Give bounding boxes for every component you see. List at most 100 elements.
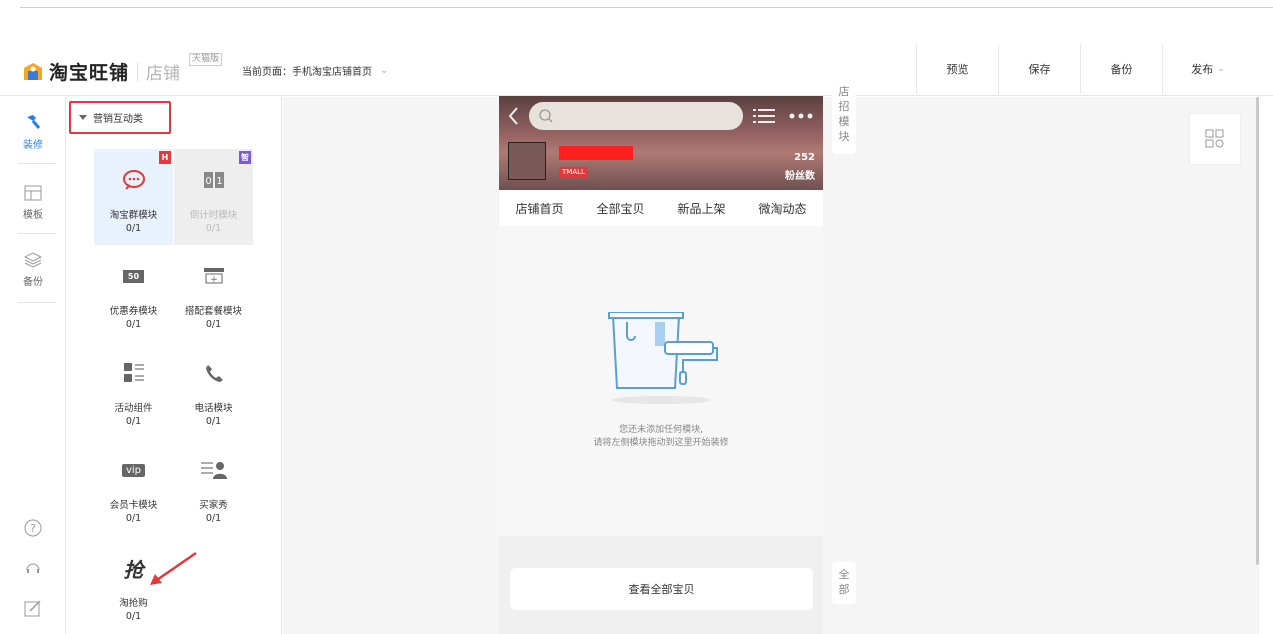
activity-icon bbox=[94, 358, 173, 388]
empty-hint-line1: 您还未添加任何模块, bbox=[619, 425, 703, 435]
header-actions: 预览 保存 备份 发布 ⌄ bbox=[916, 44, 1253, 94]
module-panel: 营销互动类 H 淘宝群模块 0/1 智 01 倒计时模块 0/1 50 优惠券模… bbox=[66, 97, 282, 634]
tmall-tag: TMALL bbox=[559, 167, 588, 178]
module-taobao-group[interactable]: H 淘宝群模块 0/1 bbox=[94, 149, 173, 245]
module-count: 0/1 bbox=[205, 223, 222, 234]
hammer-icon bbox=[0, 113, 66, 134]
module-name: 淘宝群模块 bbox=[109, 210, 158, 221]
module-name: 淘抢购 bbox=[119, 598, 148, 609]
tab-new-arrivals[interactable]: 新品上架 bbox=[677, 200, 725, 217]
rail-divider bbox=[18, 302, 56, 303]
module-name: 优惠券模块 bbox=[109, 306, 158, 317]
module-phone[interactable]: 电话模块 0/1 bbox=[174, 342, 253, 438]
help-icon[interactable]: ? bbox=[0, 519, 66, 540]
category-label: 营销互动类 bbox=[93, 114, 143, 125]
module-count: 0/1 bbox=[205, 319, 222, 330]
module-name: 买家秀 bbox=[199, 500, 228, 511]
chevron-down-icon: ⌄ bbox=[380, 65, 389, 76]
paint-bucket-icon bbox=[608, 312, 718, 404]
layout-tool-button[interactable] bbox=[1189, 113, 1241, 165]
logo-separator bbox=[137, 62, 139, 81]
module-bundle[interactable]: + 搭配套餐模块 0/1 bbox=[174, 245, 253, 341]
smart-badge: 智 bbox=[239, 151, 251, 164]
chat-group-icon bbox=[94, 165, 173, 195]
phone-icon bbox=[174, 358, 253, 388]
module-label: 会员卡模块 0/1 bbox=[94, 499, 173, 525]
edition-badge: 天猫版 bbox=[189, 53, 223, 66]
annotation-arrow-icon bbox=[150, 551, 197, 585]
rail-label-backup: 备份 bbox=[23, 277, 43, 288]
module-count: 0/1 bbox=[125, 416, 142, 427]
rail-divider bbox=[18, 163, 56, 164]
module-coupon[interactable]: 50 优惠券模块 0/1 bbox=[94, 245, 173, 341]
view-all-items-button[interactable]: 查看全部宝贝 bbox=[510, 568, 813, 610]
tab-all-items[interactable]: 全部宝贝 bbox=[596, 200, 644, 217]
module-label: 电话模块 0/1 bbox=[174, 402, 253, 428]
module-count: 0/1 bbox=[125, 513, 142, 524]
back-icon bbox=[508, 107, 518, 125]
module-name: 活动组件 bbox=[114, 403, 153, 414]
vip-card-icon: vip bbox=[94, 455, 173, 485]
shop-header[interactable]: TMALL 252 粉丝数 bbox=[499, 96, 823, 190]
buyer-show-icon bbox=[174, 455, 253, 485]
side-tab-store-sign[interactable]: 店招模块 bbox=[832, 84, 856, 154]
headset-icon[interactable] bbox=[0, 559, 66, 580]
module-name: 搭配套餐模块 bbox=[184, 306, 242, 317]
publish-button[interactable]: 发布 ⌄ bbox=[1162, 44, 1253, 94]
rail-item-decorate[interactable]: 装修 bbox=[0, 113, 66, 151]
module-label: 倒计时模块 0/1 bbox=[174, 209, 253, 235]
template-icon bbox=[0, 185, 66, 204]
module-vip-card[interactable]: vip 会员卡模块 0/1 bbox=[94, 439, 173, 535]
module-label: 活动组件 0/1 bbox=[94, 402, 173, 428]
logo-text: 淘宝旺铺 bbox=[49, 62, 130, 84]
preview-button[interactable]: 预览 bbox=[916, 44, 998, 94]
header-bar: 淘宝旺铺 店铺 天猫版 当前页面： 手机淘宝店铺首页 ⌄ 预览 保存 备份 发布… bbox=[0, 44, 1273, 96]
svg-text:?: ? bbox=[30, 522, 36, 535]
module-count: 0/1 bbox=[205, 513, 222, 524]
more-icon bbox=[789, 113, 813, 119]
module-label: 淘抢购 0/1 bbox=[94, 597, 173, 623]
current-page-label: 当前页面： bbox=[242, 67, 292, 78]
side-tab-all[interactable]: 全部 bbox=[832, 562, 856, 604]
module-count: 0/1 bbox=[125, 223, 142, 234]
edit-icon[interactable] bbox=[0, 599, 66, 620]
logo: 淘宝旺铺 店铺 bbox=[22, 58, 180, 85]
publish-label: 发布 bbox=[1191, 63, 1214, 76]
module-label: 买家秀 0/1 bbox=[174, 499, 253, 525]
logo-icon bbox=[22, 61, 44, 83]
fans-label: 粉丝数 bbox=[785, 171, 815, 182]
svg-text:1: 1 bbox=[216, 176, 222, 187]
backup-button[interactable]: 备份 bbox=[1080, 44, 1162, 94]
category-toggle[interactable]: 营销互动类 bbox=[69, 101, 171, 134]
top-divider bbox=[20, 7, 1273, 8]
coupon-icon: 50 bbox=[94, 261, 173, 291]
hot-badge: H bbox=[159, 151, 171, 164]
current-page-selector[interactable]: 当前页面： 手机淘宝店铺首页 ⌄ bbox=[242, 63, 388, 78]
shop-nav-tabs: 店铺首页 全部宝贝 新品上架 微淘动态 bbox=[499, 190, 823, 226]
module-countdown[interactable]: 智 01 倒计时模块 0/1 bbox=[174, 149, 253, 245]
tab-weitao[interactable]: 微淘动态 bbox=[758, 200, 806, 217]
category-list-icon bbox=[753, 109, 775, 123]
module-name: 电话模块 bbox=[194, 403, 233, 414]
rail-item-backup[interactable]: 备份 bbox=[0, 252, 66, 288]
rail-label-decorate: 装修 bbox=[23, 140, 43, 151]
canvas-scrollbar[interactable] bbox=[1256, 97, 1259, 565]
module-count: 0/1 bbox=[125, 611, 142, 622]
module-activity[interactable]: 活动组件 0/1 bbox=[94, 342, 173, 438]
module-buyer-show[interactable]: 买家秀 0/1 bbox=[174, 439, 253, 535]
rail-item-template[interactable]: 模板 bbox=[0, 185, 66, 221]
module-name: 会员卡模块 bbox=[109, 500, 158, 511]
current-page-value: 手机淘宝店铺首页 bbox=[292, 67, 372, 78]
layers-icon bbox=[0, 252, 66, 271]
empty-drop-area[interactable]: 您还未添加任何模块, 请将左侧模块拖动到这里开始装修 bbox=[499, 226, 823, 536]
chevron-down-icon: ⌄ bbox=[1217, 64, 1225, 74]
caret-down-icon bbox=[79, 115, 87, 120]
coupon-icon-text: 50 bbox=[122, 269, 145, 283]
svg-text:+: + bbox=[210, 275, 218, 284]
tab-home[interactable]: 店铺首页 bbox=[515, 200, 563, 217]
module-label: 搭配套餐模块 0/1 bbox=[174, 305, 253, 331]
module-count: 0/1 bbox=[125, 319, 142, 330]
shop-avatar bbox=[508, 142, 546, 180]
shop-search-input[interactable] bbox=[529, 102, 743, 130]
save-button[interactable]: 保存 bbox=[998, 44, 1080, 94]
